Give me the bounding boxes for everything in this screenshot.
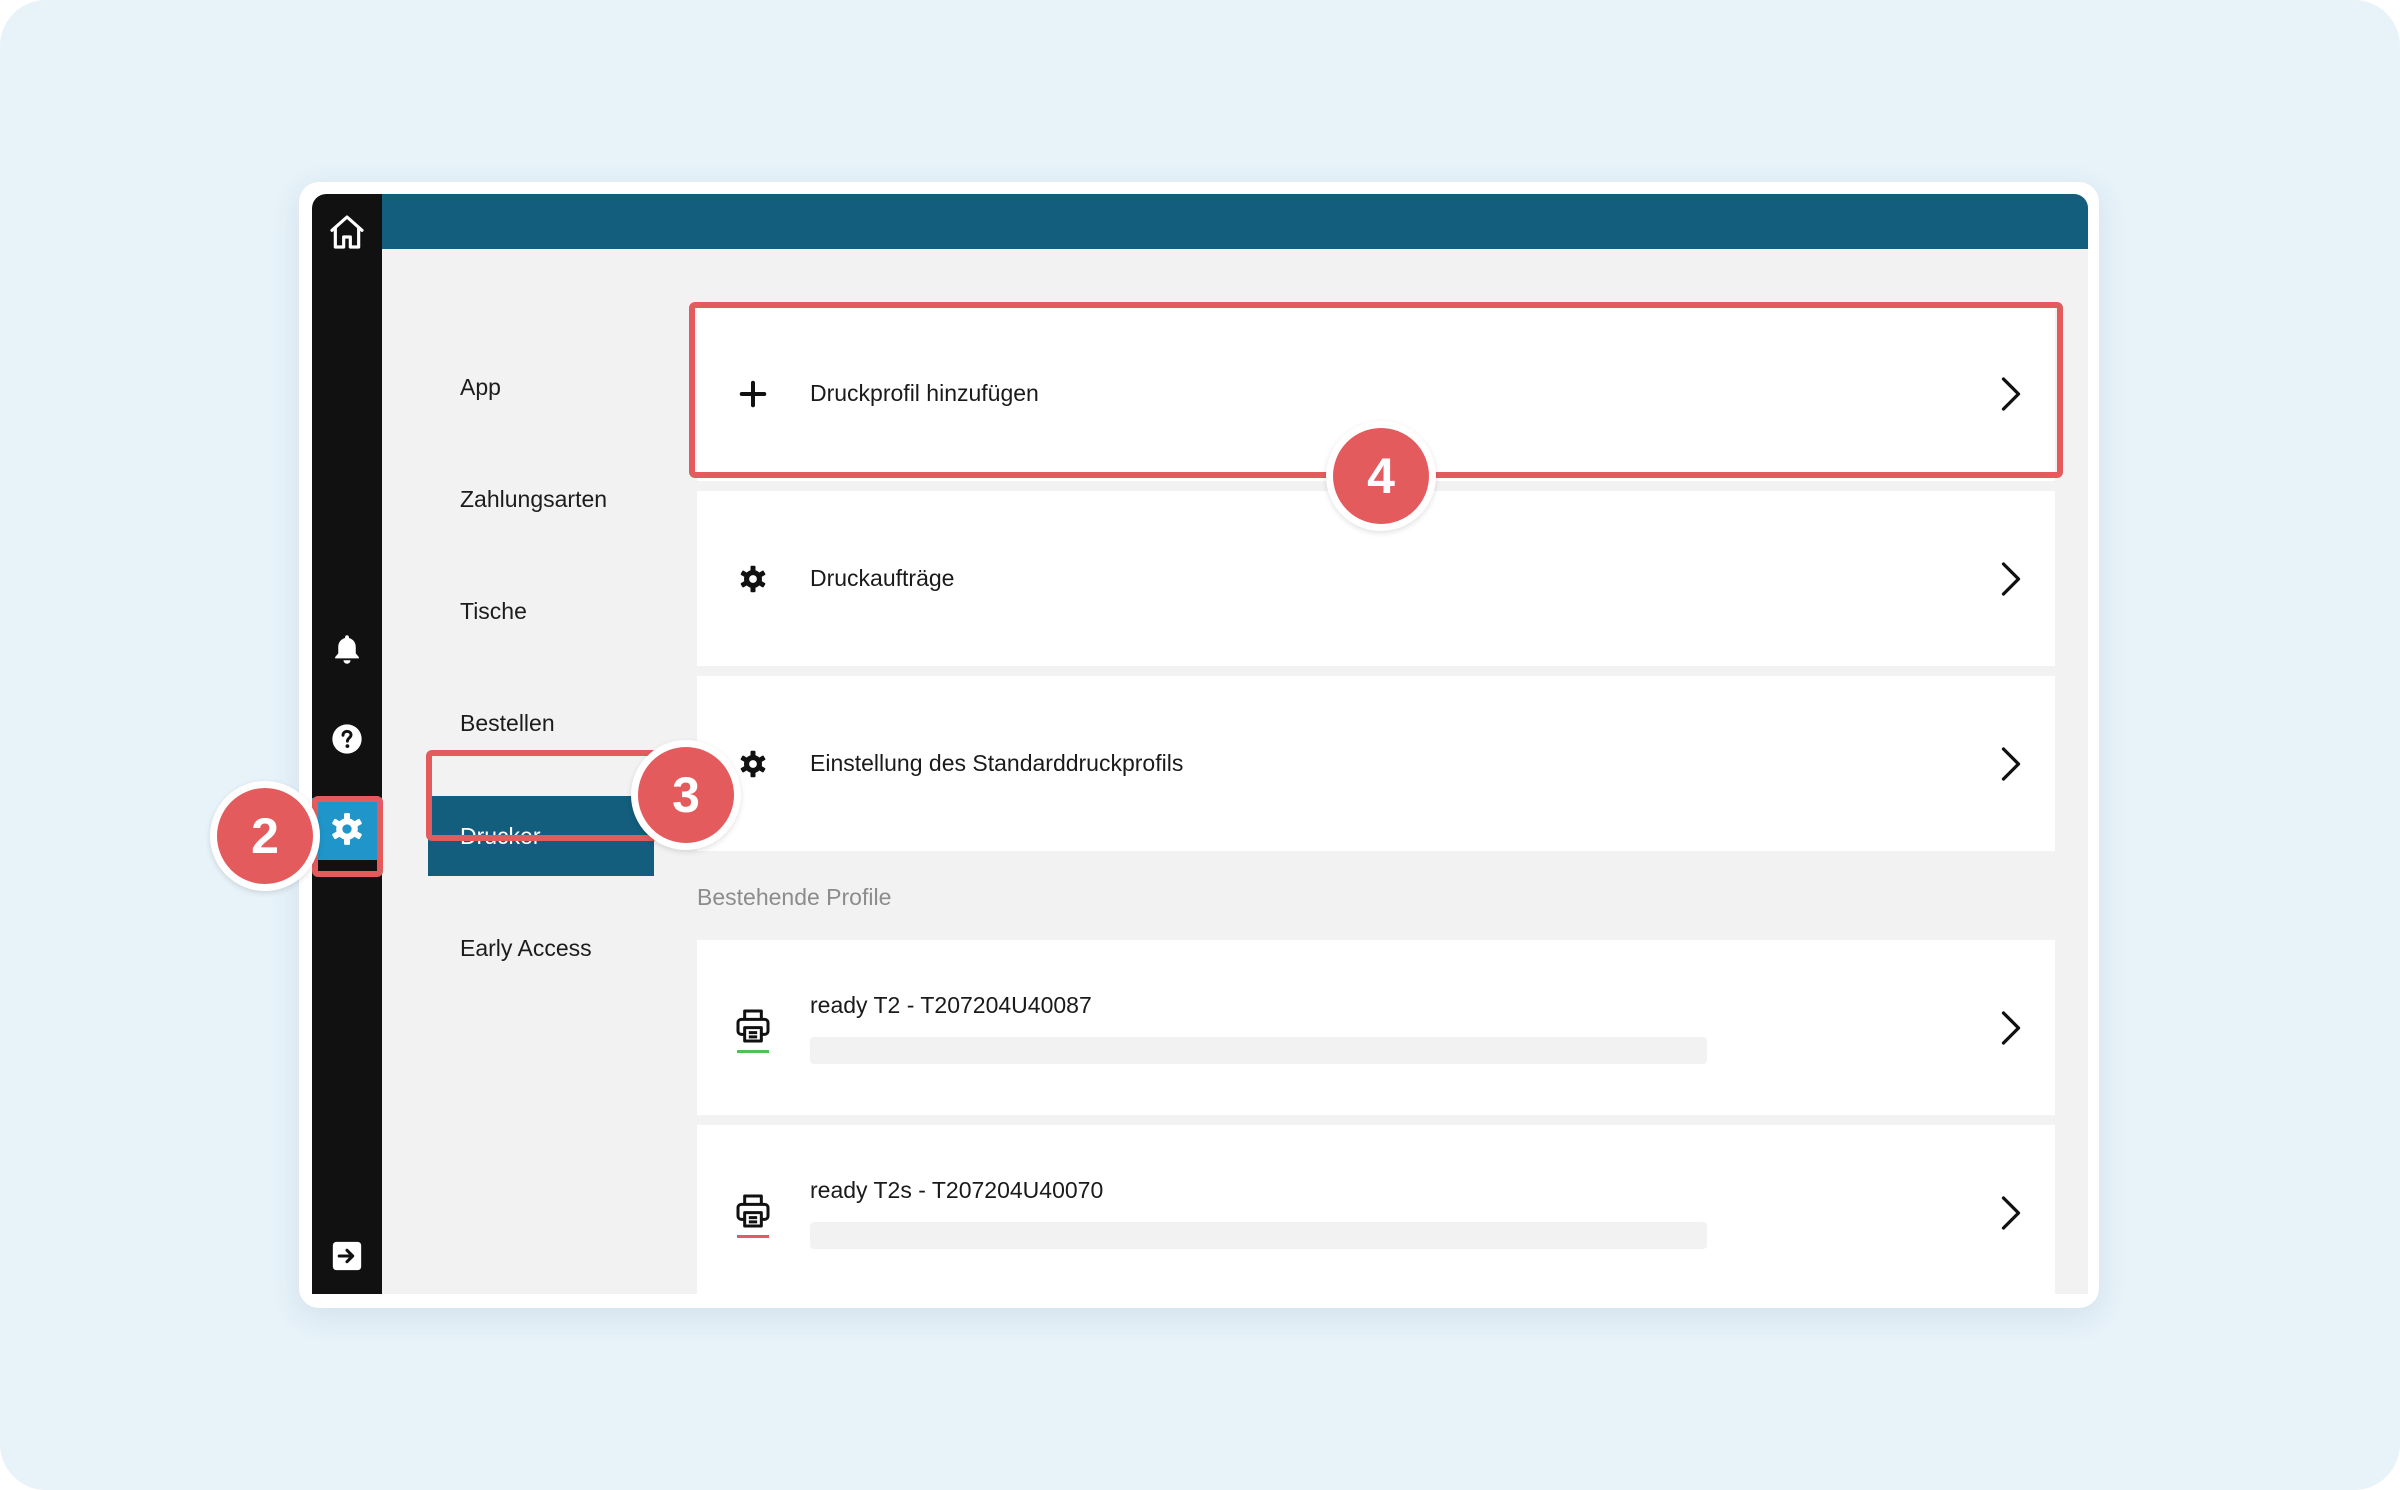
printer-icon (733, 1006, 773, 1054)
chevron-right-icon (1997, 1125, 2025, 1294)
icon-rail (312, 194, 382, 1294)
app-window: App Zahlungsarten Tische Bestellen Druck… (312, 194, 2088, 1294)
default-print-profile-settings-label: Einstellung des Standarddruckprofils (810, 750, 1184, 776)
home-icon[interactable] (312, 206, 382, 258)
sidebar-item-bestellen[interactable]: Bestellen (428, 683, 654, 763)
printer-icon (733, 1191, 773, 1239)
printer-profile-name: ready T2s - T207204U40070 (810, 1177, 1104, 1203)
gear-icon (735, 491, 771, 666)
top-bar (382, 194, 2088, 249)
settings-gear-icon[interactable] (312, 798, 382, 860)
sidebar-item-early-access[interactable]: Early Access (428, 908, 654, 988)
print-jobs-label: Druckaufträge (810, 565, 955, 591)
sidebar-item-app[interactable]: App (428, 347, 654, 427)
chevron-right-icon (1997, 940, 2025, 1115)
chevron-right-icon (1997, 306, 2025, 481)
printer-profile-detail-placeholder (810, 1037, 1707, 1064)
printer-profile-name: ready T2 - T207204U40087 (810, 992, 1092, 1018)
printer-profile-row[interactable]: ready T2 - T207204U40087 (697, 940, 2055, 1115)
sidebar-item-drucker[interactable]: Drucker (428, 796, 654, 876)
chevron-right-icon (1997, 676, 2025, 851)
printer-status-indicator (737, 1235, 769, 1238)
printer-profile-detail-placeholder (810, 1222, 1707, 1249)
help-icon[interactable] (312, 716, 382, 762)
logout-icon[interactable] (312, 1234, 382, 1278)
plus-icon (735, 306, 771, 481)
step-badge-2: 2 (210, 781, 320, 891)
bell-icon[interactable] (312, 626, 382, 672)
step-badge-3: 3 (631, 740, 741, 850)
sidebar-item-tische[interactable]: Tische (428, 571, 654, 651)
existing-profiles-heading: Bestehende Profile (697, 884, 892, 910)
chevron-right-icon (1997, 491, 2025, 666)
printer-status-indicator (737, 1050, 769, 1053)
default-print-profile-settings-row[interactable]: Einstellung des Standarddruckprofils (697, 676, 2055, 851)
step-badge-4: 4 (1326, 421, 1436, 531)
add-print-profile-label: Druckprofil hinzufügen (810, 380, 1039, 406)
sidebar-item-zahlungsarten[interactable]: Zahlungsarten (428, 459, 654, 539)
printer-profile-row[interactable]: ready T2s - T207204U40070 (697, 1125, 2055, 1294)
gear-icon (735, 676, 771, 851)
